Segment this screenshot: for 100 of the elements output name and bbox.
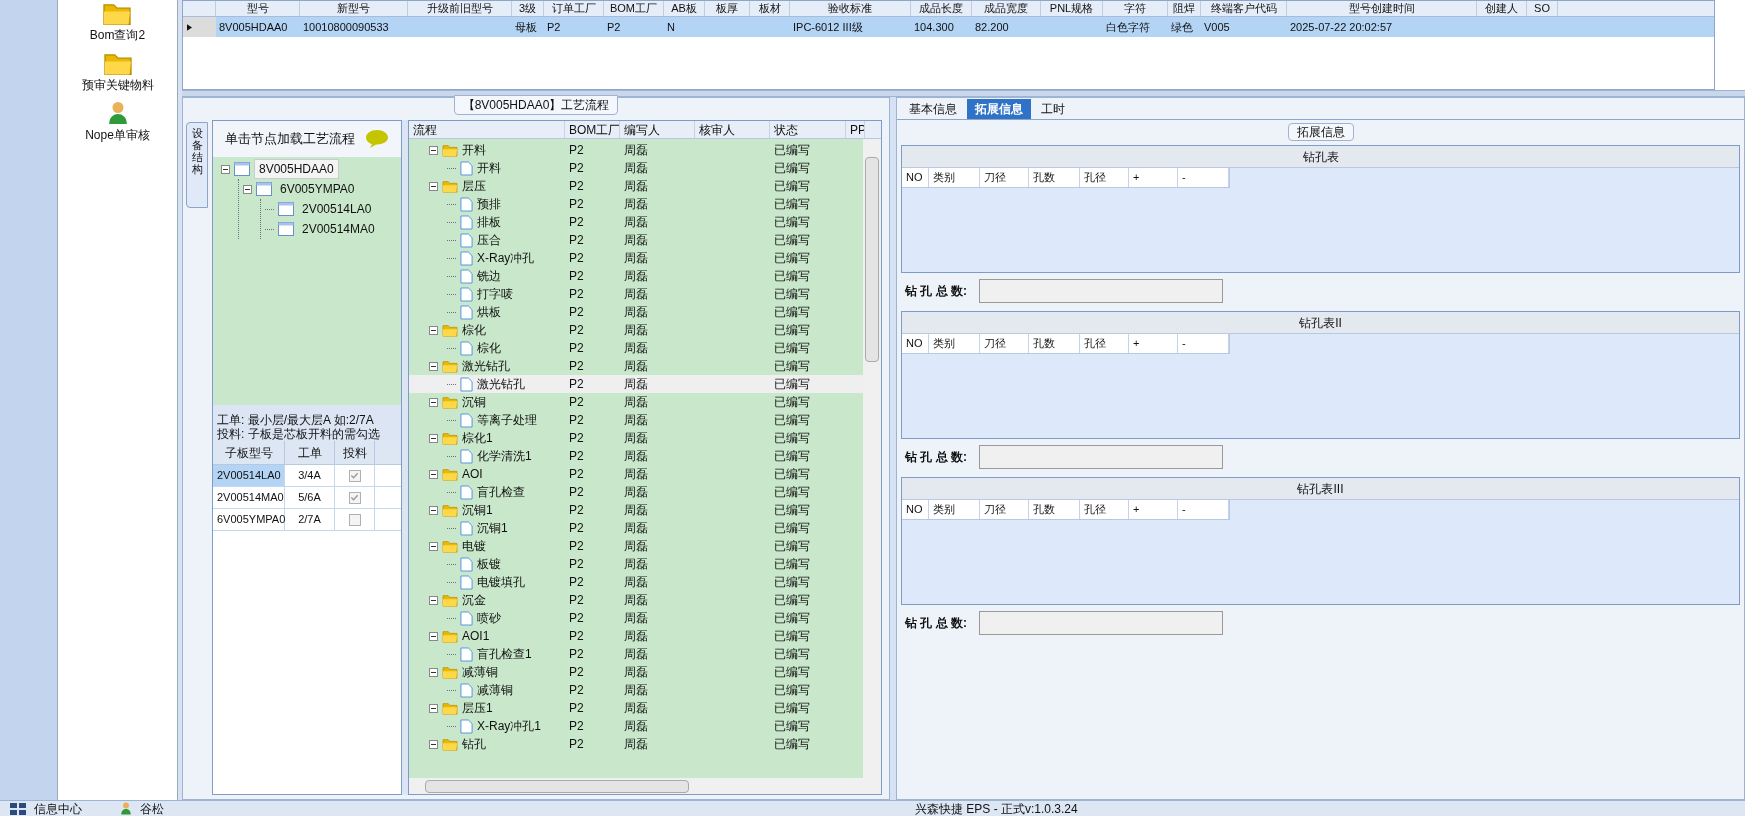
column-header[interactable]: 终端客户代码 [1201, 1, 1287, 16]
collapse-icon[interactable] [429, 541, 438, 551]
column-header[interactable]: 升级前旧型号 [408, 1, 512, 16]
column-header[interactable]: 流程 [409, 121, 565, 138]
collapse-icon[interactable] [429, 703, 438, 713]
column-header[interactable]: 3级 [512, 1, 544, 16]
sidebar-item[interactable]: 预审关键物料 [81, 76, 154, 94]
table-cell-text: P2 [568, 412, 585, 429]
column-header[interactable]: 类别 [929, 500, 980, 519]
collapse-icon[interactable] [243, 184, 252, 194]
column-header[interactable]: SO [1527, 1, 1558, 16]
column-header[interactable]: 板材 [750, 1, 790, 16]
row-pointer-icon [187, 23, 192, 31]
column-header[interactable]: NO [902, 168, 929, 187]
column-header[interactable]: 刀径 [980, 334, 1029, 353]
collapse-icon[interactable] [429, 631, 438, 641]
column-header[interactable]: + [1129, 500, 1178, 519]
collapse-icon[interactable] [429, 181, 438, 191]
collapse-icon[interactable] [221, 164, 230, 174]
column-header[interactable]: 成品长度 [911, 1, 972, 16]
column-header[interactable]: AB板 [664, 1, 705, 16]
column-header[interactable]: 阻焊 [1168, 1, 1201, 16]
column-header[interactable]: 订单工厂 [544, 1, 604, 16]
input-field[interactable] [979, 611, 1223, 635]
column-header[interactable]: 工单 [285, 441, 335, 464]
collapse-icon[interactable] [429, 469, 438, 479]
column-header[interactable]: 投料 [335, 441, 375, 464]
column-header[interactable]: 型号 [216, 1, 300, 16]
column-header[interactable]: + [1129, 168, 1178, 187]
tree-node[interactable]: 2V00514LA0 [298, 200, 376, 218]
table-cell-text: 周磊 [623, 394, 649, 411]
column-header[interactable]: + [1129, 334, 1178, 353]
tree-node[interactable]: 6V005YMPA0 [276, 180, 359, 198]
column-header[interactable]: 编写人 [620, 121, 695, 138]
column-header[interactable]: 类别 [929, 334, 980, 353]
column-header[interactable]: 孔数 [1029, 168, 1080, 187]
horizontal-scrollbar[interactable] [409, 778, 881, 794]
sidebar-item[interactable]: Nope单审核 [85, 126, 150, 144]
column-header[interactable]: - [1178, 500, 1229, 519]
tree-node[interactable]: 2V00514MA0 [298, 220, 379, 238]
sidebar-item[interactable]: Bom查询2 [89, 26, 146, 44]
collapse-icon[interactable] [429, 667, 438, 677]
checkbox[interactable] [348, 513, 361, 526]
column-header[interactable]: 孔数 [1029, 500, 1080, 519]
table-cell: 5/6A [285, 487, 335, 508]
status-item[interactable]: 谷松 [140, 801, 164, 816]
column-header[interactable]: 状态 [770, 121, 846, 138]
tab[interactable]: 基本信息 [901, 99, 965, 119]
column-header[interactable]: BOM工厂 [565, 121, 620, 138]
column-header[interactable]: 孔径 [1080, 500, 1129, 519]
column-header[interactable]: NO [902, 500, 929, 519]
table-cell-text: P2 [568, 250, 585, 267]
column-header[interactable]: 孔径 [1080, 168, 1129, 187]
collapse-icon[interactable] [429, 397, 438, 407]
column-header[interactable]: 刀径 [980, 168, 1029, 187]
tree-node[interactable]: 8V005HDAA0 [254, 159, 339, 179]
hint-text: 工单: 最小层/最大层A 如:2/7A [217, 413, 375, 427]
column-header[interactable]: 型号创建时间 [1287, 1, 1477, 16]
checkbox[interactable] [348, 469, 361, 482]
flow-row[interactable]: 激光钻孔 P2 周磊 已编写 [409, 375, 863, 393]
checkbox[interactable] [348, 491, 361, 504]
column-header[interactable]: - [1178, 334, 1229, 353]
collapse-icon[interactable] [429, 739, 438, 749]
column-header[interactable]: BOM工厂 [604, 1, 664, 16]
table-cell-text: 已编写 [773, 394, 811, 411]
collapse-icon[interactable] [429, 325, 438, 335]
input-field[interactable] [979, 445, 1223, 469]
flow-step-name: 激光钻孔 [477, 376, 525, 393]
column-header[interactable]: 新型号 [300, 1, 408, 16]
collapse-icon[interactable] [429, 505, 438, 515]
column-header[interactable]: 子板型号 [213, 441, 285, 464]
column-header[interactable]: 孔数 [1029, 334, 1080, 353]
column-header[interactable]: 孔径 [1080, 334, 1129, 353]
column-header[interactable]: 字符 [1103, 1, 1168, 16]
grid-row[interactable]: 8V005HDAA0 10010800090533 母板 P2 P2 N IPC-6012 III级 104.300 82.200 白色字符 绿色 V005 2025-07-22 20:02:57 [183, 17, 1714, 37]
column-header[interactable]: 刀径 [980, 500, 1029, 519]
status-item[interactable]: 信息中心 [34, 801, 82, 816]
tab[interactable]: 拓展信息 [967, 99, 1031, 119]
vertical-scrollbar[interactable] [863, 139, 881, 778]
collapse-icon[interactable] [429, 145, 438, 155]
document-icon [460, 682, 473, 698]
column-header[interactable]: PNL规格 [1041, 1, 1103, 16]
collapse-icon[interactable] [429, 361, 438, 371]
column-header[interactable]: 板厚 [705, 1, 750, 16]
column-header[interactable]: 核审人 [695, 121, 770, 138]
document-icon [460, 376, 473, 392]
column-header[interactable]: NO [902, 334, 929, 353]
input-field[interactable] [979, 279, 1223, 303]
collapse-icon[interactable] [429, 433, 438, 443]
column-header[interactable]: 类别 [929, 168, 980, 187]
column-header[interactable]: 验收标准 [790, 1, 911, 16]
column-header[interactable]: 成品宽度 [972, 1, 1041, 16]
side-tab[interactable]: 设备结构 [186, 122, 208, 208]
tab[interactable]: 工时 [1033, 99, 1073, 119]
collapse-icon[interactable] [429, 595, 438, 605]
table-cell[interactable]: 2V00514LA0 [213, 465, 285, 486]
column-header[interactable]: 创建人 [1477, 1, 1527, 16]
column-header[interactable]: - [1178, 168, 1229, 187]
table-cell-text: 周磊 [623, 358, 649, 375]
group-title: 拓展信息 [1287, 123, 1354, 141]
